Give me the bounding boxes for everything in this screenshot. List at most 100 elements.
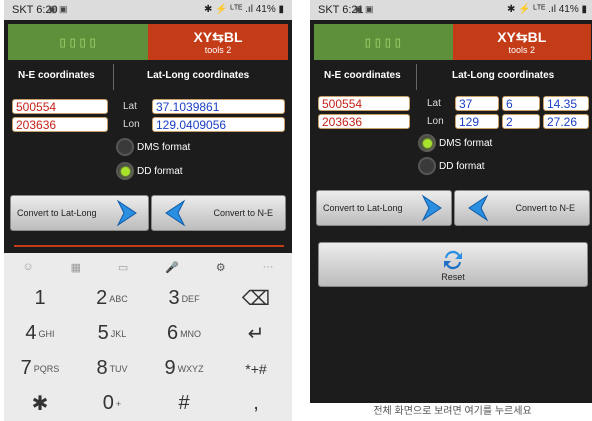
- key-4[interactable]: 4 GHI: [4, 316, 76, 351]
- lon-degrees-input[interactable]: 129: [455, 114, 499, 129]
- xybl-logo-icon: XY⇆BL: [497, 29, 547, 45]
- radio-checked-icon: [418, 134, 436, 152]
- key-9-label: 9: [164, 357, 176, 379]
- lat-minutes-input[interactable]: 6: [502, 96, 540, 111]
- tab-tools-1[interactable]: ▯▯▯▯: [314, 24, 453, 60]
- key-5-label: 5: [97, 322, 109, 344]
- enter-icon: ↵: [247, 323, 265, 345]
- numeric-keyboard: ☺ ▦ ▭ 🎤 ⚙ ··· 1 2 ABC 3 DEF ⌫ 4 GHI 5 JKL 6M…: [4, 253, 292, 421]
- clipboard-icon[interactable]: ▦: [71, 261, 81, 274]
- keyboard-mode-icon[interactable]: ▭: [118, 261, 128, 274]
- tab-subtitle: tools 2: [508, 45, 536, 55]
- refresh-icon: [444, 250, 462, 269]
- more-options-icon[interactable]: ···: [263, 261, 274, 273]
- key-2[interactable]: 2 ABC: [76, 281, 148, 316]
- arrow-left-icon: [468, 194, 489, 222]
- notification-icons: ▣ ▣: [48, 4, 68, 14]
- longitude-input[interactable]: 129.0409056: [152, 117, 285, 132]
- app-tab-bar: ▯▯▯▯ XY⇆BL tools 2: [314, 24, 591, 60]
- settings-gear-icon[interactable]: ⚙: [216, 261, 226, 274]
- key-4-sub: GHI: [38, 328, 55, 339]
- tab-tools-2[interactable]: XY⇆BL tools 2: [148, 24, 288, 60]
- key-7[interactable]: 7 PQRS: [4, 351, 76, 386]
- status-right-icons: ✱ ⚡ ᴸᵀᴱ .ıl 41% ▮: [204, 4, 284, 15]
- key-0-sub: +: [115, 398, 122, 409]
- key-2-label: 2: [96, 287, 108, 309]
- latlong-coordinates-header: Lat-Long coordinates: [452, 70, 555, 81]
- convert-to-ne-label: Convert to N-E: [515, 203, 575, 213]
- key-7-sub: PQRS: [33, 363, 60, 374]
- key-9[interactable]: 9 WXYZ: [148, 351, 220, 386]
- star-key[interactable]: ✱: [4, 386, 76, 421]
- emoji-icon[interactable]: ☺: [22, 261, 33, 273]
- dd-format-radio[interactable]: DD format: [116, 162, 183, 180]
- easting-input[interactable]: 203636: [318, 114, 410, 129]
- keyboard-row-3: 7 PQRS 8 TUV 9 WXYZ *+#: [4, 351, 292, 386]
- key-6[interactable]: 6 MNO: [148, 316, 220, 351]
- key-5-sub: JKL: [110, 328, 127, 339]
- symbols-key-label: *+#: [245, 360, 267, 377]
- dd-format-label: DD format: [439, 160, 485, 172]
- convert-to-ne-button[interactable]: Convert to N-E: [454, 190, 590, 226]
- keyboard-toolbar: ☺ ▦ ▭ 🎤 ⚙ ···: [4, 253, 292, 281]
- easting-input[interactable]: 203636: [12, 117, 108, 132]
- convert-to-latlong-label: Convert to Lat-Long: [323, 203, 403, 213]
- backspace-key[interactable]: ⌫: [220, 281, 292, 316]
- key-1[interactable]: 1: [4, 281, 76, 316]
- radio-unchecked-icon: [418, 157, 436, 175]
- reset-label: Reset: [441, 271, 465, 282]
- status-right-icons: ✱ ⚡ ᴸᵀᴱ .ıl 41% ▮: [507, 4, 587, 15]
- comma-key[interactable]: ,: [220, 386, 292, 421]
- ne-coordinates-header: N-E coordinates: [18, 70, 95, 81]
- key-9-sub: WXYZ: [177, 363, 204, 374]
- key-0-label: 0: [102, 392, 114, 414]
- key-5[interactable]: 5 JKL: [76, 316, 148, 351]
- key-1-label: 1: [34, 287, 46, 309]
- reset-button[interactable]: Reset: [318, 242, 588, 287]
- key-8-label: 8: [96, 357, 108, 379]
- hash-key[interactable]: #: [148, 386, 220, 421]
- latitude-input[interactable]: 37.1039861: [152, 99, 285, 114]
- keyboard-row-4: ✱ 0 + # ,: [4, 386, 292, 421]
- lat-label: Lat: [427, 98, 441, 109]
- enter-key[interactable]: ↵: [220, 316, 292, 351]
- reset-button-edge: [14, 245, 284, 247]
- lon-label: Lon: [427, 116, 444, 127]
- northing-input[interactable]: 500554: [318, 96, 410, 111]
- northing-input[interactable]: 500554: [12, 99, 108, 114]
- status-bar: SKT 6:20 ▣ ▣ ✱ ⚡ ᴸᵀᴱ .ıl 41% ▮: [4, 0, 292, 20]
- convert-to-latlong-button[interactable]: Convert to Lat-Long: [316, 190, 452, 226]
- keyboard-row-2: 4 GHI 5 JKL 6 MNO ↵: [4, 316, 292, 351]
- header-divider: [113, 64, 114, 90]
- left-phone-screen: SKT 6:20 ▣ ▣ ✱ ⚡ ᴸᵀᴱ .ıl 41% ▮ ▯▯▯▯ XY⇆B…: [4, 0, 292, 421]
- dms-format-label: DMS format: [439, 137, 493, 149]
- dms-format-label: DMS format: [137, 141, 191, 153]
- status-bar: SKT 6:21 ▣ ▣ ✱ ⚡ ᴸᵀᴱ .ıl 41% ▮: [310, 0, 592, 20]
- key-3-label: 3: [168, 287, 180, 309]
- radio-unchecked-icon: [116, 138, 134, 156]
- tab-subtitle: tools 2: [204, 45, 232, 55]
- arrow-left-icon: [165, 199, 186, 227]
- dms-format-radio[interactable]: DMS format: [418, 134, 492, 152]
- lon-minutes-input[interactable]: 2: [502, 114, 540, 129]
- lon-seconds-input[interactable]: 27.26: [543, 114, 589, 129]
- key-8[interactable]: 8 TUV: [76, 351, 148, 386]
- tab-tools-2[interactable]: XY⇆BL tools 2: [452, 24, 591, 60]
- symbols-key[interactable]: *+#: [220, 351, 292, 386]
- radio-checked-icon: [116, 162, 134, 180]
- convert-to-latlong-button[interactable]: Convert to Lat-Long: [10, 195, 149, 231]
- backspace-icon: ⌫: [241, 288, 271, 310]
- keyboard-row-1: 1 2 ABC 3 DEF ⌫: [4, 281, 292, 316]
- lon-label: Lon: [123, 119, 140, 130]
- key-0[interactable]: 0 +: [76, 386, 148, 421]
- dd-format-label: DD format: [137, 165, 183, 177]
- dms-format-radio[interactable]: DMS format: [116, 138, 190, 156]
- lat-degrees-input[interactable]: 37: [455, 96, 499, 111]
- microphone-icon[interactable]: 🎤: [165, 261, 179, 274]
- tab-tools-1[interactable]: ▯▯▯▯: [8, 24, 148, 60]
- fullscreen-hint-banner[interactable]: 전체 화면으로 보려면 여기를 누르세요: [310, 403, 592, 421]
- lat-seconds-input[interactable]: 14.35: [543, 96, 589, 111]
- dd-format-radio[interactable]: DD format: [418, 157, 485, 175]
- convert-to-ne-button[interactable]: Convert to N-E: [151, 195, 286, 231]
- key-3[interactable]: 3 DEF: [148, 281, 220, 316]
